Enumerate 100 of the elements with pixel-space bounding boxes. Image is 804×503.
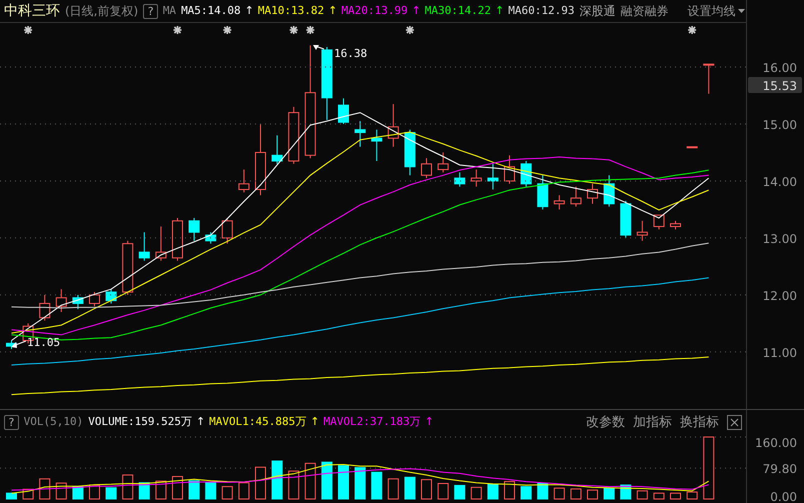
indicator-value: MA10:13.82 [258,2,324,19]
candlestick [504,154,515,184]
caret-icon [738,9,746,13]
margin-link[interactable]: 融资融券 [620,2,668,20]
up-arrow-glyph: ↑ [495,2,504,19]
volume-bar [421,479,432,500]
asterisk-icon [24,26,32,34]
help-button[interactable]: ? [4,415,19,430]
close-icon[interactable] [727,415,742,430]
indicator-name: MA [162,2,176,19]
volume-bar [205,482,216,500]
candlestick [620,200,632,238]
price-high-label: 16.38 [334,47,368,60]
volume-bar [653,492,664,500]
candlestick [421,158,432,179]
candlestick [106,288,117,304]
volume-bar [686,492,698,500]
candlestick [354,120,366,148]
indicator-value: MA60:12.93 [508,2,574,19]
volume-bar [155,480,166,500]
volume-bar [122,474,134,500]
candlestick [454,172,466,188]
volume-bar [537,483,548,500]
volume-bar [487,484,498,500]
ma-settings-dropdown[interactable]: 设置均线 [687,2,746,20]
indicator-value: MA5:14.08 [181,2,241,19]
help-button[interactable]: ? [143,4,158,18]
candlestick [604,174,615,208]
indicator-value: MAVOL1:45.885万 [209,414,306,430]
market-link[interactable]: 深股通 [579,2,616,20]
candlestick [155,226,166,262]
volume-bar [670,492,681,500]
candlestick [653,214,664,230]
candlestick [388,104,399,148]
indicator-action-button[interactable]: 加指标 [633,412,672,432]
candlestick [272,134,283,164]
candlestick [703,64,714,94]
volume-axis-label: 0.00 [770,490,797,503]
candlestick [587,183,598,204]
up-arrow-glyph: ↑ [244,2,254,19]
volume-bar [504,481,515,500]
candlestick [686,146,698,148]
candlestick [371,129,382,162]
candlestick [570,186,582,208]
volume-bar [172,476,183,500]
volume-bar [39,478,50,500]
price-axis-label: 12.00 [762,288,797,303]
candlestick [172,218,183,262]
up-arrow-glyph: ↑ [310,414,320,430]
candlestick [138,232,150,262]
volume-bar [288,470,300,500]
leader-line [11,340,26,348]
volume-bar [238,482,250,500]
asterisk-icon [223,26,232,34]
volume-bar [321,462,332,500]
up-arrow-glyph: ↑ [412,2,421,19]
indicator-value: MAVOL2:37.183万 [323,414,421,430]
up-arrow-glyph: ↑ [196,414,206,430]
candlestick [470,169,482,188]
volume-bar [272,460,283,500]
volume-bar [703,436,714,500]
candlestick [122,240,134,296]
chart-period: (日线,前复权) [65,3,138,20]
volume-bar [438,483,449,500]
indicator-action-button[interactable]: 换指标 [680,412,719,432]
candlestick [39,294,50,322]
volume-bar [371,472,382,500]
price-axis-label: 16.00 [762,61,797,75]
volume-bar [604,488,615,500]
volume-bar [338,465,349,500]
asterisk-icon [306,26,314,34]
volume-bar [89,484,100,500]
candlestick [520,160,532,188]
volume-bar [388,478,399,500]
volume-bar [255,466,266,500]
price-axis-label: 14.00 [762,174,797,189]
stock-name: 中科三环 [4,2,60,20]
volume-bar [470,486,482,500]
volume-axis-label: 160.00 [755,436,797,450]
price-low-label: 11.05 [27,336,60,349]
volume-bar [554,488,565,500]
volume-bar [6,492,17,500]
indicator-name: VOL(5,10) [24,414,84,430]
candlestick [56,288,67,312]
volume-bar [404,476,416,500]
asterisk-icon [688,26,696,34]
volume-axis-label: 79.80 [762,462,797,476]
volume-bar [520,486,532,500]
indicator-action-button[interactable]: 改参数 [586,412,625,432]
price-axis-label: 15.00 [762,118,797,132]
asterisk-icon [174,26,182,34]
candlestick [188,218,200,242]
candlestick [487,163,498,190]
asterisk-icon [290,26,298,34]
current-price-tag: 15.53 [748,77,802,93]
indicator-value: VOLUME:159.525万 [88,414,192,430]
up-arrow-glyph: ↑ [328,2,338,19]
volume-bar [587,490,598,500]
candlestick [636,220,648,242]
candlestick [222,218,233,244]
